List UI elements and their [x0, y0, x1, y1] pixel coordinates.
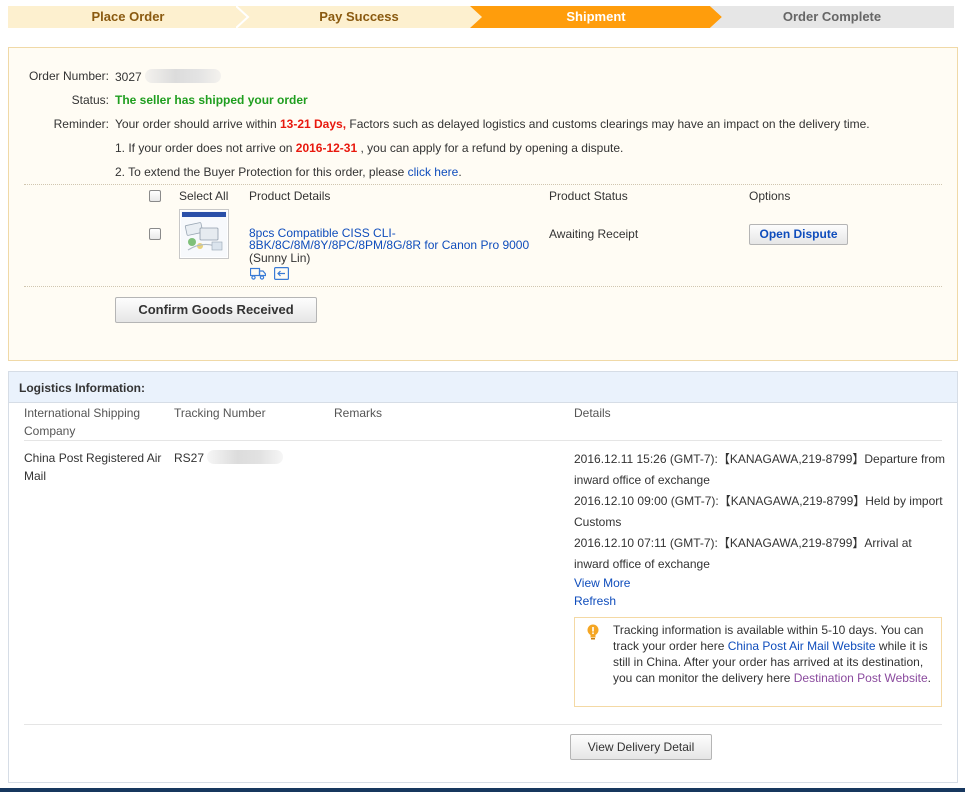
order-status: The seller has shipped your order: [115, 93, 308, 107]
options-header: Options: [749, 189, 791, 203]
step-place-order-label: Place Order: [91, 9, 165, 24]
divider: [24, 440, 942, 441]
lightbulb-icon: [586, 624, 600, 640]
order-number-label: Order Number:: [28, 69, 109, 83]
details-header: Details: [574, 406, 611, 420]
reminder-text-pre: Your order should arrive within: [115, 117, 280, 131]
product-checkbox[interactable]: [149, 228, 161, 240]
step-order-complete-label: Order Complete: [782, 9, 882, 24]
product-status-header: Product Status: [549, 189, 628, 203]
select-all-label: Select All: [179, 189, 229, 203]
china-post-website-link[interactable]: China Post Air Mail Website: [728, 639, 876, 653]
reminder-label: Reminder:: [53, 117, 109, 131]
view-more-link[interactable]: View More: [574, 576, 630, 590]
tracking-event: 2016.12.10 07:11 (GMT-7):【KANAGAWA,219-8…: [574, 536, 912, 571]
product-image: [181, 211, 227, 257]
step-shipment-label: Shipment: [566, 9, 626, 24]
step-shipment: Shipment: [470, 6, 722, 28]
shipping-truck-icon[interactable]: [249, 267, 267, 280]
order-number-prefix: 3027: [115, 70, 142, 84]
delivery-days: 13-21 Days,: [279, 117, 347, 131]
confirm-goods-received-button[interactable]: Confirm Goods Received: [115, 297, 317, 323]
logistics-title: Logistics Information:: [19, 381, 145, 395]
reminder-text-post: Factors such as delayed logistics and cu…: [346, 117, 870, 131]
order-summary-panel: Order Number: 3027 Status: The seller ha…: [8, 47, 958, 361]
order-number-blurred: [145, 69, 222, 83]
product-details-header: Product Details: [249, 189, 331, 203]
note2-pre: 2. To extend the Buyer Protection for th…: [115, 165, 408, 179]
reminder-text: Your order should arrive within 13-21 Da…: [115, 117, 870, 131]
divider: [24, 184, 942, 185]
open-dispute-button[interactable]: Open Dispute: [749, 224, 848, 245]
remarks-header: Remarks: [334, 406, 383, 420]
tracking-info-tip: Tracking information is available within…: [574, 617, 942, 707]
step-pay-success-label: Pay Success: [319, 9, 399, 24]
view-delivery-detail-button[interactable]: View Delivery Detail: [570, 734, 712, 760]
note2-post: .: [458, 165, 462, 179]
refresh-link[interactable]: Refresh: [574, 594, 616, 608]
note1-pre: 1. If your order does not arrive on: [115, 141, 296, 155]
tracking-event: 2016.12.10 09:00 (GMT-7):【KANAGAWA,219-8…: [574, 494, 943, 529]
logistics-header: Logistics Information:: [9, 372, 957, 403]
destination-post-website-link[interactable]: Destination Post Website: [794, 671, 928, 685]
shipping-company-value: China Post Registered Air Mail: [24, 451, 162, 483]
step-place-order: Place Order: [8, 6, 248, 28]
order-progress-steps: Place Order Pay Success Shipment Order C…: [8, 6, 954, 28]
logistics-panel: Logistics Information: International Shi…: [8, 371, 958, 783]
divider: [24, 286, 942, 287]
select-all-checkbox[interactable]: [149, 190, 161, 202]
reminder-note-2: 2. To extend the Buyer Protection for th…: [115, 165, 462, 179]
divider: [24, 724, 942, 725]
footer-bar: [0, 788, 965, 792]
tracking-number-value: RS27: [174, 449, 284, 467]
dispute-date: 2016-12-31: [295, 141, 358, 155]
return-arrow-icon[interactable]: [274, 267, 290, 281]
shipping-company-header: International Shipping Company: [24, 406, 141, 438]
product-title-link[interactable]: 8pcs Compatible CISS CLI-8BK/8C/8M/8Y/8P…: [249, 227, 539, 251]
tracking-tip-text: Tracking information is available within…: [613, 622, 935, 686]
tracking-number-header: Tracking Number: [174, 406, 266, 420]
seller-name: (Sunny Lin): [249, 251, 311, 265]
order-number-value: 3027: [115, 69, 222, 84]
tip-text-post: .: [927, 671, 931, 685]
extend-protection-link[interactable]: click here: [408, 165, 459, 179]
note1-post: , you can apply for a refund by opening …: [357, 141, 624, 155]
tracking-event: 2016.12.11 15:26 (GMT-7):【KANAGAWA,219-8…: [574, 452, 946, 487]
step-order-complete: Order Complete: [710, 6, 954, 28]
step-pay-success: Pay Success: [236, 6, 482, 28]
status-label: Status:: [71, 93, 109, 107]
reminder-note-1: 1. If your order does not arrive on 2016…: [115, 141, 623, 155]
product-status: Awaiting Receipt: [549, 227, 639, 241]
tracking-number-prefix: RS27: [174, 451, 205, 465]
product-thumbnail[interactable]: [179, 209, 229, 259]
tracking-number-blurred: [207, 450, 284, 464]
